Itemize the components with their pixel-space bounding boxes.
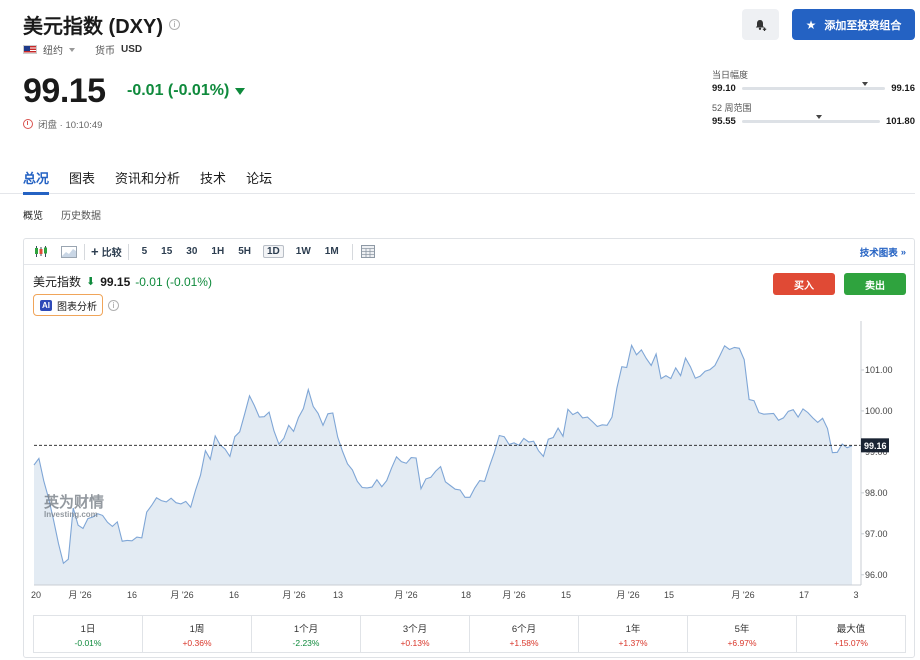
performance-period: 最大值 bbox=[836, 623, 866, 635]
week52-range-bar bbox=[741, 115, 880, 123]
market-status: 闭盘 · 10:10:49 bbox=[23, 117, 102, 131]
performance-cell[interactable]: 1周 +0.36% bbox=[143, 616, 252, 652]
y-tick-label: 96.00 bbox=[865, 570, 888, 580]
performance-cell[interactable]: 3个月 +0.13% bbox=[361, 616, 470, 652]
x-tick-label: 月 '26 bbox=[394, 590, 417, 600]
star-icon: ★ bbox=[805, 17, 817, 32]
subtab-overview[interactable]: 概览 bbox=[23, 207, 43, 222]
day-range-high: 99.16 bbox=[891, 83, 915, 94]
y-tick-label: 98.00 bbox=[865, 488, 888, 498]
day-range-low: 99.10 bbox=[712, 83, 736, 94]
performance-cell[interactable]: 1个月 -2.23% bbox=[252, 616, 361, 652]
y-tick-label: 97.00 bbox=[865, 529, 888, 539]
x-tick-label: 月 '26 bbox=[282, 590, 305, 600]
performance-period: 6个月 bbox=[511, 623, 537, 635]
day-range: 当日幅度 99.10 99.16 bbox=[712, 68, 915, 94]
current-price-tag: 99.16 bbox=[861, 438, 889, 453]
week52-range: 52 周范围 95.55 101.80 bbox=[712, 101, 915, 127]
current-price-tag-label: 99.16 bbox=[864, 441, 887, 451]
x-tick-label: 13 bbox=[333, 590, 343, 600]
x-tick-label: 15 bbox=[561, 590, 571, 600]
x-tick-label: 3 bbox=[853, 590, 858, 600]
x-tick-label: 15 bbox=[664, 590, 674, 600]
clock-icon bbox=[23, 119, 33, 129]
performance-value: -0.01% bbox=[74, 637, 102, 648]
performance-period: 5年 bbox=[734, 623, 750, 635]
x-tick-label: 月 '26 bbox=[170, 590, 193, 600]
price-change: -0.01 (-0.01%) bbox=[127, 82, 246, 100]
price-change-value: -0.01 (-0.01%) bbox=[127, 82, 230, 99]
week52-range-label: 52 周范围 bbox=[712, 103, 752, 113]
day-range-bar bbox=[741, 82, 886, 90]
performance-value: +15.07% bbox=[834, 637, 868, 648]
down-arrow-icon bbox=[235, 87, 246, 95]
instrument-meta: 纽约 货币 USD bbox=[23, 42, 142, 57]
chart-widget: + 比较 5 15 30 1H 5H 1D 1W 1M 技术图表 » 美元指数 … bbox=[23, 238, 915, 658]
x-tick-label: 16 bbox=[127, 590, 137, 600]
performance-period: 3个月 bbox=[402, 623, 428, 635]
performance-cell[interactable]: 6个月 +1.58% bbox=[470, 616, 579, 652]
tab-overview[interactable]: 总况 bbox=[23, 160, 50, 195]
day-range-label: 当日幅度 bbox=[712, 70, 749, 80]
exchange-label[interactable]: 纽约 bbox=[43, 42, 63, 57]
performance-cell[interactable]: 1年 +1.37% bbox=[579, 616, 688, 652]
tab-news-analysis[interactable]: 资讯和分析 bbox=[115, 160, 180, 194]
x-tick-label: 16 bbox=[229, 590, 239, 600]
day-range-marker bbox=[862, 82, 869, 86]
performance-value: -2.23% bbox=[292, 637, 320, 648]
market-status-text: 闭盘 · 10:10:49 bbox=[38, 120, 103, 131]
y-tick-label: 101.00 bbox=[865, 365, 893, 375]
week52-range-low: 95.55 bbox=[712, 116, 736, 127]
sub-tabs: 概览 历史数据 bbox=[23, 207, 101, 222]
x-tick-label: 月 '26 bbox=[616, 590, 639, 600]
performance-period: 1个月 bbox=[293, 623, 319, 635]
last-price: 99.15 bbox=[23, 72, 106, 110]
tab-chart[interactable]: 图表 bbox=[69, 160, 95, 194]
subtab-historical-data[interactable]: 历史数据 bbox=[61, 207, 101, 222]
performance-period: 1日 bbox=[80, 623, 96, 635]
instrument-title-row: 美元指数 (DXY) i bbox=[23, 10, 180, 39]
currency-label: 货币 bbox=[95, 46, 115, 57]
performance-value: +1.58% bbox=[509, 637, 539, 648]
performance-value: +6.97% bbox=[727, 637, 757, 648]
performance-value: +0.36% bbox=[182, 637, 212, 648]
bell-plus-icon bbox=[755, 19, 766, 31]
page-title: 美元指数 (DXY) bbox=[23, 16, 163, 38]
x-tick-label: 月 '26 bbox=[68, 590, 91, 600]
add-to-portfolio-button[interactable]: ★ 添加至投资组合 bbox=[792, 9, 915, 40]
y-tick-label: 100.00 bbox=[865, 406, 893, 416]
main-tabs: 总况 图表 资讯和分析 技术 论坛 bbox=[0, 160, 915, 195]
x-tick-label: 17 bbox=[799, 590, 809, 600]
info-icon[interactable]: i bbox=[169, 19, 180, 30]
watermark-sub: Investing.com bbox=[44, 510, 98, 519]
performance-row: 1日 -0.01% 1周 +0.36% 1个月 -2.23% 3个月 +0.13% 6个月 +1.… bbox=[33, 615, 906, 653]
us-flag-icon bbox=[23, 45, 37, 54]
price-chart[interactable]: 96.0097.0098.0099.00100.00101.0099.1620月… bbox=[24, 239, 914, 611]
week52-range-marker bbox=[816, 115, 823, 119]
alert-bell-button[interactable] bbox=[742, 9, 779, 40]
currency-value: USD bbox=[121, 44, 143, 55]
x-tick-label: 18 bbox=[461, 590, 471, 600]
tab-technical[interactable]: 技术 bbox=[200, 160, 226, 194]
performance-cell[interactable]: 1日 -0.01% bbox=[34, 616, 143, 652]
week52-range-high: 101.80 bbox=[885, 116, 915, 127]
performance-period: 1周 bbox=[189, 623, 205, 635]
chevron-down-icon[interactable] bbox=[69, 47, 75, 52]
x-tick-label: 20 bbox=[31, 590, 41, 600]
tab-forum[interactable]: 论坛 bbox=[246, 160, 272, 194]
performance-cell[interactable]: 5年 +6.97% bbox=[688, 616, 797, 652]
add-to-portfolio-label: 添加至投资组合 bbox=[824, 19, 902, 32]
performance-value: +1.37% bbox=[618, 637, 648, 648]
watermark-logo: 英为财情 bbox=[44, 493, 104, 511]
x-tick-label: 月 '26 bbox=[502, 590, 525, 600]
performance-period: 1年 bbox=[625, 623, 641, 635]
x-tick-label: 月 '26 bbox=[731, 590, 754, 600]
performance-cell[interactable]: 最大值 +15.07% bbox=[797, 616, 905, 652]
performance-value: +0.13% bbox=[400, 637, 430, 648]
